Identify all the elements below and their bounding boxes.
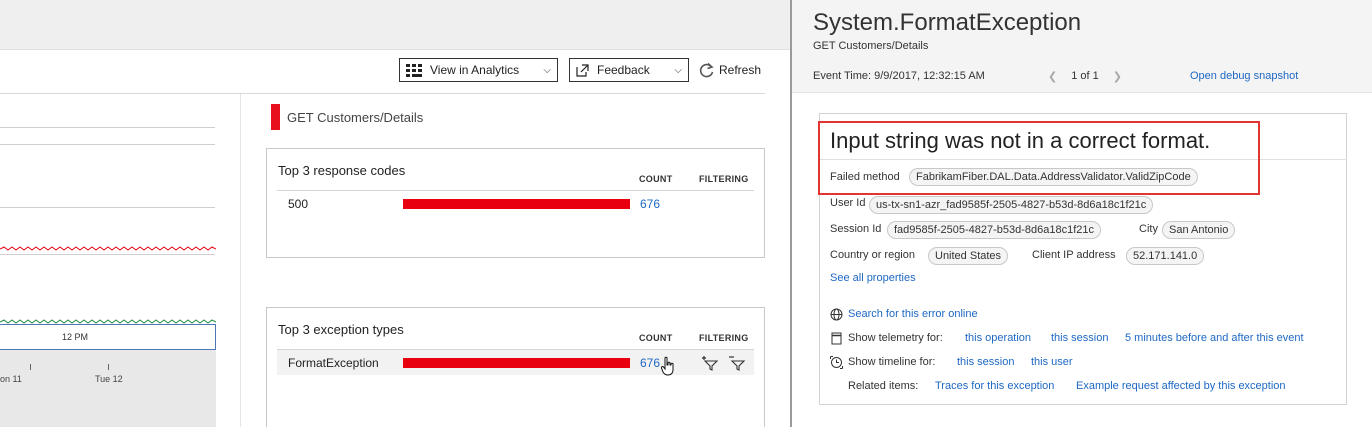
count-link[interactable]: 676 (640, 197, 660, 211)
session-id-label: Session Id (830, 223, 882, 235)
chevron-down-icon: ⌵ (543, 64, 551, 76)
chevron-down-icon: ⌵ (674, 64, 682, 76)
feedback-button[interactable]: Feedback ⌵ (569, 58, 689, 82)
refresh-button[interactable]: Refresh (698, 58, 761, 82)
gridline (0, 144, 215, 145)
exception-type: FormatException (288, 356, 379, 370)
event-time: Event Time: 9/9/2017, 12:32:15 AM (813, 70, 985, 82)
table-row[interactable]: 500 676 (277, 190, 754, 216)
card-title: Top 3 response codes (278, 163, 406, 178)
filtering-header: FILTERING (699, 333, 749, 343)
response-codes-card: Top 3 response codes COUNT FILTERING 500… (266, 148, 765, 258)
open-debug-snapshot-link[interactable]: Open debug snapshot (1190, 70, 1298, 82)
country-pill[interactable]: United States (928, 247, 1009, 265)
traces-for-exception-link[interactable]: Traces for this exception (935, 380, 1054, 392)
feedback-label: Feedback (597, 63, 650, 77)
client-ip-pill[interactable]: 52.171.141.0 (1126, 247, 1205, 265)
blade-subtitle: GET Customers/Details (813, 40, 929, 52)
count-header: COUNT (639, 174, 673, 184)
view-in-analytics-label: View in Analytics (430, 63, 520, 77)
count-header: COUNT (639, 333, 673, 343)
pager-label: 1 of 1 (1071, 70, 1099, 82)
time-range-brush[interactable]: 12 PM (0, 324, 216, 350)
previous-icon[interactable]: ❮ (1048, 70, 1057, 83)
country-label: Country or region (830, 249, 915, 261)
view-in-analytics-button[interactable]: View in Analytics ⌵ (399, 58, 558, 82)
timeline-clock-icon (830, 356, 843, 369)
header-band (0, 0, 790, 50)
show-telemetry-label: Show telemetry for: (848, 332, 943, 344)
related-items-label: Related items: (848, 380, 919, 392)
pane-divider (240, 94, 241, 427)
failed-series-line (0, 246, 216, 251)
table-row[interactable]: FormatException 676 (277, 349, 754, 376)
gridline (0, 127, 215, 128)
count-link[interactable]: 676 (640, 356, 660, 370)
gridline (0, 207, 215, 208)
exception-details-blade: System.FormatException GET Customers/Det… (790, 0, 1372, 427)
telemetry-this-operation-link[interactable]: this operation (965, 332, 1031, 344)
operation-heading: GET Customers/Details (271, 104, 423, 130)
blade-title: System.FormatException (813, 9, 1082, 36)
highlight-box (818, 121, 1260, 195)
timeline-this-session-link[interactable]: this session (957, 356, 1014, 368)
toolbar: View in Analytics ⌵ Feedback ⌵ Refresh (0, 58, 790, 84)
event-pager: ❮ 1 of 1 ❯ (1048, 70, 1122, 83)
count-bar (403, 199, 630, 209)
user-id-pill[interactable]: us-tx-sn1-azr_fad9585f-2505-4827-b53d-8d… (869, 196, 1154, 214)
failures-chart: 12 PM on 11 Tue 12 (0, 94, 240, 427)
operation-name: GET Customers/Details (287, 109, 424, 125)
show-timeline-label: Show timeline for: (848, 356, 936, 368)
client-ip-label: Client IP address (1032, 249, 1116, 261)
external-link-icon (576, 63, 589, 77)
mouse-pointer-icon (661, 356, 674, 376)
exception-types-card: Top 3 exception types COUNT FILTERING Fo… (266, 307, 765, 427)
count-bar (403, 358, 630, 368)
x-axis: on 11 Tue 12 (0, 350, 216, 427)
user-id-label: User Id (830, 197, 866, 209)
x-tick-label: on 11 (0, 374, 22, 384)
city-pill[interactable]: San Antonio (1162, 221, 1236, 239)
city-label: City (1139, 223, 1158, 235)
telemetry-this-session-link[interactable]: this session (1051, 332, 1108, 344)
refresh-label: Refresh (719, 63, 762, 77)
add-filter-icon[interactable] (701, 355, 719, 371)
operation-color-marker (271, 104, 280, 130)
telemetry-5-minutes-link[interactable]: 5 minutes before and after this event (1125, 332, 1304, 344)
telemetry-document-icon (831, 332, 842, 345)
response-code: 500 (288, 197, 309, 211)
exclude-filter-icon[interactable] (728, 355, 746, 371)
card-title: Top 3 exception types (278, 322, 404, 337)
blade-header: System.FormatException GET Customers/Det… (792, 0, 1372, 93)
session-id-pill[interactable]: fad9585f-2505-4827-b53d-8d6a18c1f21c (887, 221, 1101, 239)
next-icon[interactable]: ❯ (1113, 70, 1122, 83)
search-error-online-link[interactable]: Search for this error online (848, 308, 978, 320)
analytics-grid-icon (406, 63, 422, 77)
example-request-link[interactable]: Example request affected by this excepti… (1076, 380, 1286, 392)
x-tick-label: Tue 12 (95, 374, 123, 384)
globe-icon (830, 308, 843, 321)
refresh-icon (699, 62, 714, 77)
timeline-this-user-link[interactable]: this user (1031, 356, 1073, 368)
see-all-properties-link[interactable]: See all properties (830, 272, 916, 284)
filtering-header: FILTERING (699, 174, 749, 184)
time-range-label: 12 PM (62, 332, 89, 342)
failures-pane: View in Analytics ⌵ Feedback ⌵ Refresh 1… (0, 0, 790, 427)
